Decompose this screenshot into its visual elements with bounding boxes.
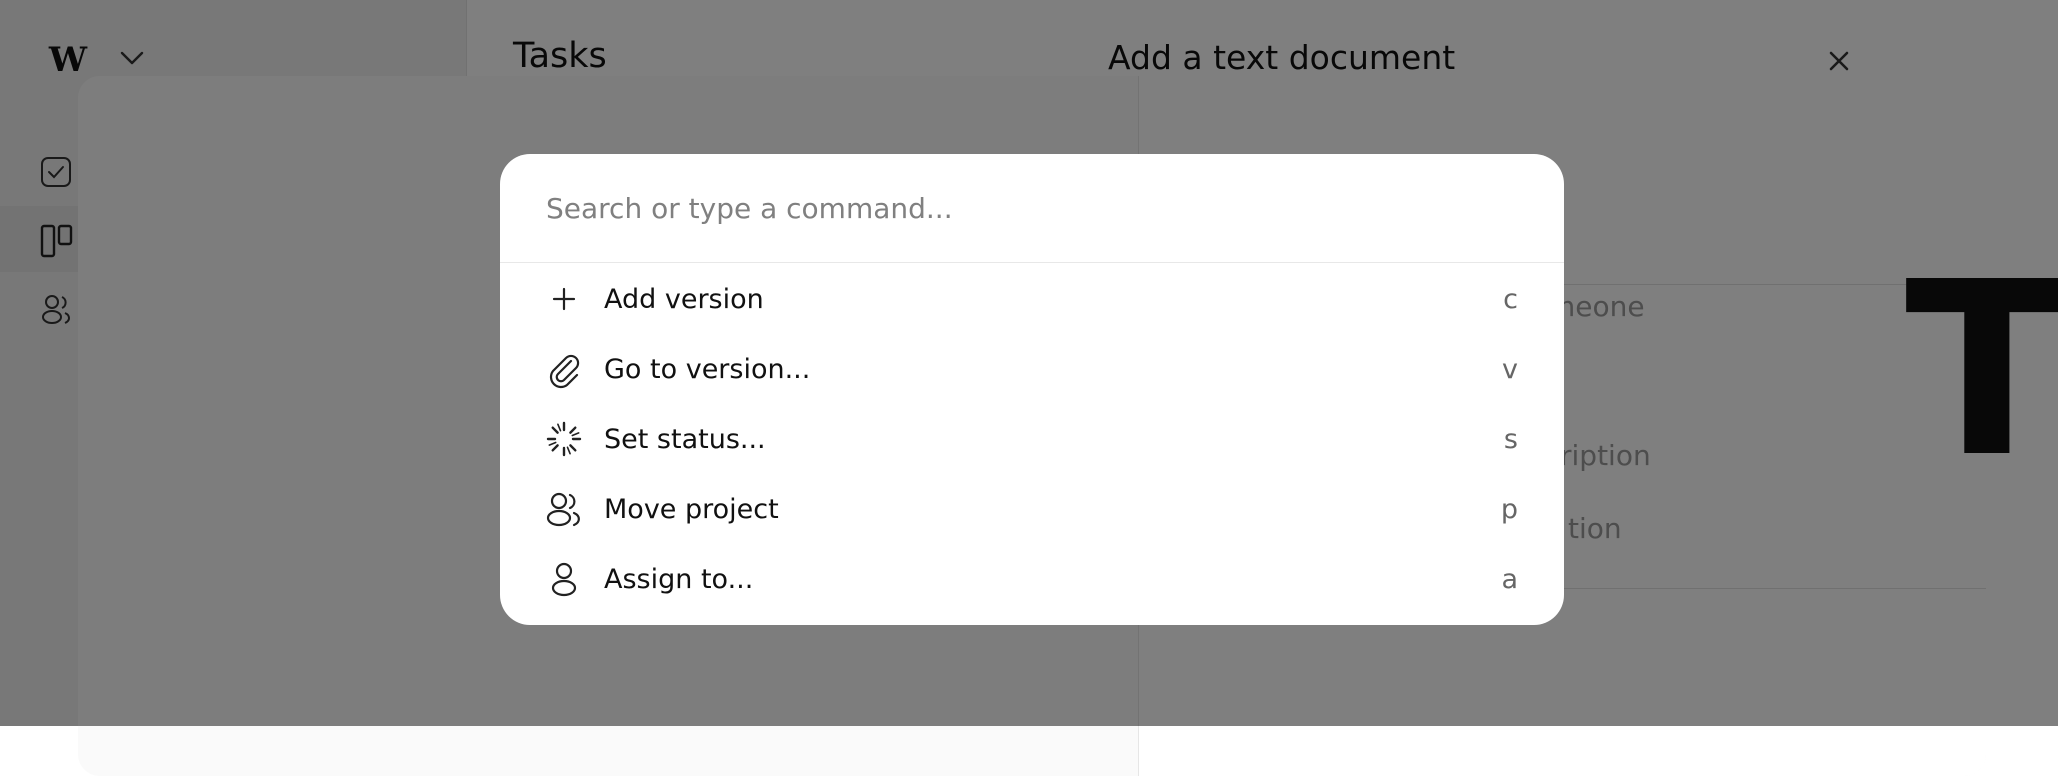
command-search-input[interactable] bbox=[500, 154, 1564, 263]
shortcut-key: s bbox=[1503, 423, 1518, 455]
command-label: Assign to... bbox=[604, 563, 754, 595]
loading-spinner-icon bbox=[546, 421, 582, 457]
shortcut-key: v bbox=[1502, 353, 1518, 385]
command-label: Add version bbox=[604, 283, 764, 315]
user-icon bbox=[551, 562, 577, 597]
command-add-version[interactable]: Add version c bbox=[500, 264, 1564, 334]
command-palette: Add version c Go to version... v bbox=[500, 154, 1564, 625]
command-label: Move project bbox=[604, 493, 779, 525]
command-label: Go to version... bbox=[604, 353, 811, 385]
shortcut-key: c bbox=[1503, 283, 1518, 315]
plus-icon bbox=[552, 287, 576, 311]
shortcut-key: a bbox=[1501, 563, 1518, 595]
command-set-status[interactable]: Set status... s bbox=[500, 404, 1564, 474]
shortcut-key: p bbox=[1500, 493, 1518, 525]
command-assign-to[interactable]: Assign to... a bbox=[500, 544, 1564, 614]
command-go-to-version[interactable]: Go to version... v bbox=[500, 334, 1564, 404]
command-label: Set status... bbox=[604, 423, 766, 455]
paperclip-icon bbox=[549, 354, 580, 389]
command-move-project[interactable]: Move project p bbox=[500, 474, 1564, 544]
users-icon bbox=[546, 492, 580, 527]
